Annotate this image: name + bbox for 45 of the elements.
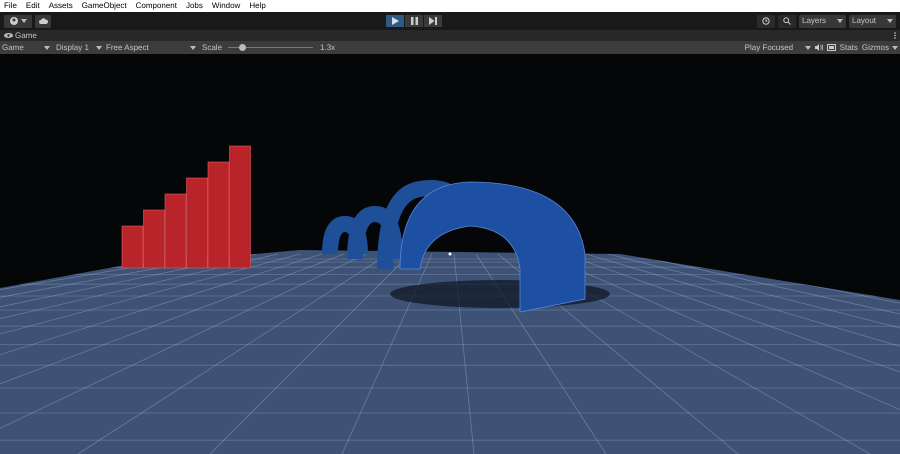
account-button[interactable] <box>4 14 32 28</box>
play-mode-dropdown[interactable]: Play Focused <box>744 42 811 54</box>
cloud-icon <box>38 18 48 24</box>
menu-item[interactable]: GameObject <box>82 0 127 12</box>
caret-icon <box>190 46 196 50</box>
speaker-icon <box>814 44 823 51</box>
scale-value: 1.3x <box>320 42 336 54</box>
menu-item[interactable]: File <box>4 0 17 12</box>
history-icon <box>762 17 770 25</box>
menu-item[interactable]: Edit <box>26 0 40 12</box>
layers-dropdown[interactable]: Layers <box>799 14 846 28</box>
frame-icon <box>826 44 836 51</box>
gizmos-dropdown[interactable]: Gizmos <box>862 42 898 54</box>
view-dropdown[interactable]: Game <box>0 42 52 54</box>
person-icon <box>10 17 18 25</box>
caret-icon <box>804 46 811 50</box>
menu-item[interactable]: Component <box>136 0 177 12</box>
play-icon <box>392 17 398 25</box>
search-button[interactable] <box>778 14 796 28</box>
step-button[interactable] <box>424 15 442 27</box>
stats-button[interactable]: Stats <box>840 42 858 54</box>
caret-icon <box>837 19 843 23</box>
menu-item[interactable]: Jobs <box>186 0 203 12</box>
caret-icon <box>892 46 898 50</box>
caret-icon <box>20 19 26 23</box>
aspect-dropdown[interactable]: Free Aspect <box>106 42 196 54</box>
cloud-button[interactable] <box>35 14 51 28</box>
eye-icon <box>4 33 13 38</box>
game-tab[interactable]: Game <box>15 30 37 42</box>
scale-label: Scale <box>202 42 222 54</box>
caret-icon <box>887 19 893 23</box>
menu-item[interactable]: Window <box>212 0 240 12</box>
play-button[interactable] <box>386 15 404 27</box>
search-icon <box>783 17 791 25</box>
pause-button[interactable] <box>405 15 423 27</box>
layout-dropdown[interactable]: Layout <box>849 14 896 28</box>
scale-slider-thumb[interactable] <box>238 44 246 51</box>
menu-item[interactable]: Help <box>249 0 266 12</box>
step-icon <box>429 17 437 25</box>
history-button[interactable] <box>757 14 775 28</box>
menu-item[interactable]: Assets <box>48 0 73 12</box>
display-dropdown[interactable]: Display 1 <box>56 42 102 54</box>
caret-icon <box>96 46 102 50</box>
caret-icon <box>44 46 50 50</box>
pause-icon <box>410 17 418 25</box>
